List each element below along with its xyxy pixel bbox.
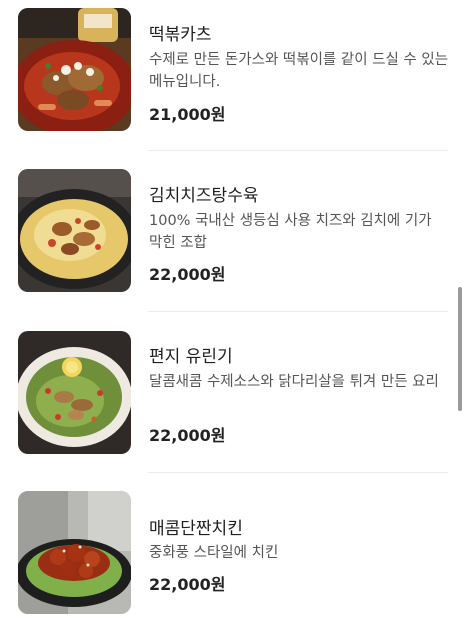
menu-item-description: 중화풍 스타일에 치킨 (149, 545, 279, 561)
menu-item-price: 22,000원 (149, 265, 226, 284)
menu-item-photo[interactable] (18, 8, 131, 131)
menu-list: 떡볶카츠 수제로 만든 돈가스와 떡볶이를 같이 드실 수 있는 메뉴입니다. … (0, 0, 466, 621)
menu-divider (148, 311, 448, 312)
menu-divider (148, 472, 448, 473)
menu-item-name: 김치치즈탕수육 (149, 186, 259, 206)
menu-item-name: 편지 유린기 (149, 347, 233, 367)
menu-item-description: 수제로 만든 돈가스와 떡볶이를 같이 드실 수 있는 메뉴입니다. (149, 52, 449, 90)
scrollbar-thumb[interactable] (458, 287, 462, 411)
menu-item-description: 100% 국내산 생등심 사용 치즈와 김치에 기가 막힌 조합 (149, 213, 432, 251)
menu-item-name: 떡볶카츠 (149, 25, 212, 45)
menu-item-photo[interactable] (18, 491, 131, 614)
menu-item-photo[interactable] (18, 169, 131, 292)
menu-item-photo[interactable] (18, 331, 131, 454)
menu-divider (148, 150, 448, 151)
menu-item-price: 21,000원 (149, 105, 226, 124)
menu-item-name: 매콤단짠치킨 (149, 519, 243, 539)
menu-item-price: 22,000원 (149, 575, 226, 594)
menu-item-price: 22,000원 (149, 426, 226, 445)
menu-item-description: 달콤새콤 수제소스와 닭다리살을 튀겨 만든 요리 (149, 374, 439, 390)
